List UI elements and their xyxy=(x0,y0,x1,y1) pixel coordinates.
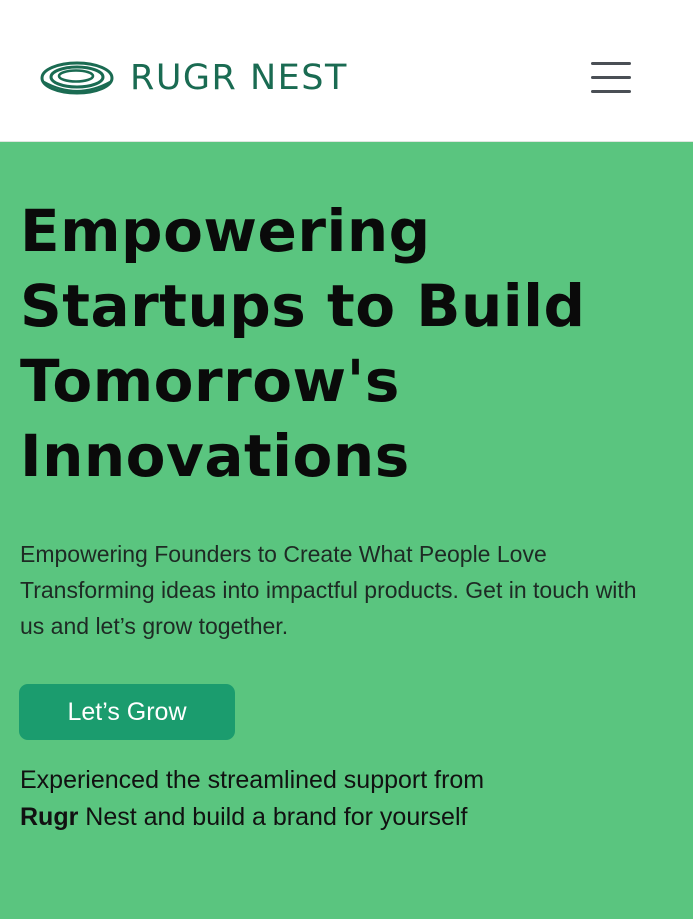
hero-subtitle-line-2: Transforming ideas into impactful produc… xyxy=(20,577,637,639)
brand-name: RUGR NEST xyxy=(130,57,348,98)
hero-note-prefix: Experienced the streamlined support from xyxy=(20,766,485,794)
hero-note: Experienced the streamlined support from… xyxy=(20,762,660,836)
hero-subtitle: Empowering Founders to Create What Peopl… xyxy=(20,536,660,644)
hero-note-suffix: Nest and build a brand for yourself xyxy=(85,803,468,831)
ringed-nest-logo-icon xyxy=(40,61,114,95)
brand-logo[interactable]: RUGR NEST xyxy=(40,56,348,100)
site-header: RUGR NEST xyxy=(0,0,693,142)
hero-title: Empowering Startups to Build Tomorrow's … xyxy=(20,197,586,490)
menu-bar-top xyxy=(591,62,631,65)
menu-bar-bottom xyxy=(591,90,631,93)
lets-grow-button[interactable]: Let’s Grow xyxy=(19,684,235,740)
hero-note-brand: Rugr xyxy=(20,803,79,831)
menu-bar-middle xyxy=(591,76,631,79)
hamburger-menu-icon[interactable] xyxy=(589,60,633,96)
hero-section: Empowering Startups to Build Tomorrow's … xyxy=(0,142,693,919)
hero-subtitle-line-1: Empowering Founders to Create What Peopl… xyxy=(20,541,547,567)
